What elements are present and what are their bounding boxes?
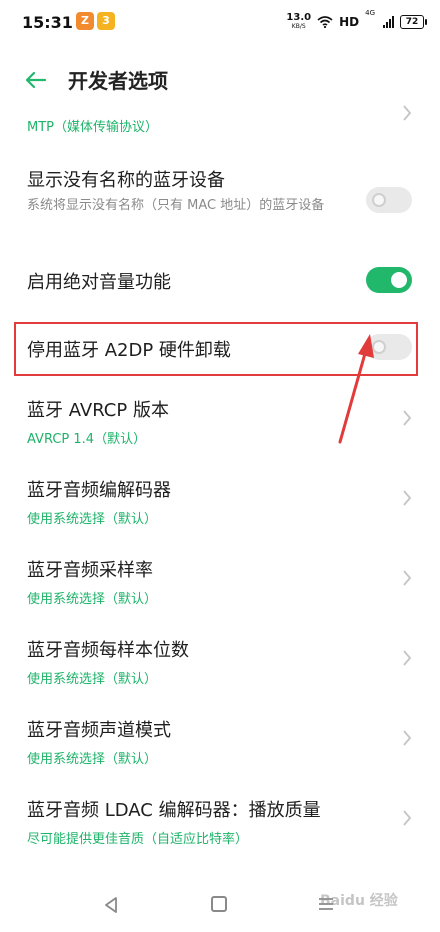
list-item-subtitle: AVRCP 1.4（默认） xyxy=(27,432,147,447)
list-item-show-unnamed-bluetooth[interactable]: 显示没有名称的蓝牙设备 系统将显示没有名称（只有 MAC 地址）的蓝牙设备 xyxy=(0,160,440,240)
list-item-title: 蓝牙 AVRCP 版本 xyxy=(27,400,169,421)
list-item-title: 蓝牙音频声道模式 xyxy=(27,720,171,741)
chevron-right-icon xyxy=(403,810,412,826)
chevron-right-icon xyxy=(403,570,412,586)
list-item-title: 蓝牙音频每样本位数 xyxy=(27,640,189,661)
list-item-subtitle: 使用系统选择（默认） xyxy=(27,672,158,687)
annotation-arrow-icon xyxy=(338,334,374,444)
list-item-subtitle: 尽可能提供更佳音质（自适应比特率） xyxy=(27,832,249,847)
list-item-usb-config[interactable]: MTP（媒体传输协议） xyxy=(0,105,440,146)
chevron-right-icon xyxy=(403,650,412,666)
list-item-title: 蓝牙音频 LDAC 编解码器：播放质量 xyxy=(27,800,321,821)
list-item-subtitle: MTP（媒体传输协议） xyxy=(27,120,158,135)
status-bar: 15:31 Z 3 13.0 KB/S HD 4G 72 xyxy=(0,0,440,46)
back-arrow-icon[interactable] xyxy=(24,68,48,92)
chevron-right-icon xyxy=(403,490,412,506)
app-notification-icon-2: 3 xyxy=(97,12,115,30)
chevron-right-icon xyxy=(403,410,412,426)
nav-home-icon[interactable] xyxy=(211,896,227,912)
list-item-absolute-volume[interactable]: 启用绝对音量功能 xyxy=(0,258,440,304)
list-item-title: 蓝牙音频编解码器 xyxy=(27,480,171,501)
list-item-title: 启用绝对音量功能 xyxy=(27,272,171,293)
app-notification-icon: Z xyxy=(76,12,94,30)
network-speed: 13.0 KB/S xyxy=(286,12,312,31)
list-item-bits-per-sample[interactable]: 蓝牙音频每样本位数 使用系统选择（默认） xyxy=(0,634,440,690)
list-item-subtitle: 使用系统选择（默认） xyxy=(27,752,158,767)
watermark: Baidu 经验 xyxy=(320,893,398,909)
list-item-subtitle: 系统将显示没有名称（只有 MAC 地址）的蓝牙设备 xyxy=(27,198,325,213)
list-item-audio-codec[interactable]: 蓝牙音频编解码器 使用系统选择（默认） xyxy=(0,474,440,530)
list-item-sample-rate[interactable]: 蓝牙音频采样率 使用系统选择（默认） xyxy=(0,554,440,610)
list-item-subtitle: 使用系统选择（默认） xyxy=(27,592,158,607)
signal-icon xyxy=(383,16,394,28)
list-item-title: 蓝牙音频采样率 xyxy=(27,560,153,581)
toggle-show-unnamed-bluetooth[interactable] xyxy=(366,187,412,213)
signal-label: 4G xyxy=(365,9,375,17)
list-item-subtitle: 使用系统选择（默认） xyxy=(27,512,158,527)
page-title: 开发者选项 xyxy=(68,69,168,93)
list-item-channel-mode[interactable]: 蓝牙音频声道模式 使用系统选择（默认） xyxy=(0,714,440,770)
nav-back-icon[interactable] xyxy=(103,896,119,914)
status-indicators: 13.0 KB/S HD 4G 72 xyxy=(286,9,427,34)
toggle-absolute-volume[interactable] xyxy=(366,267,412,293)
list-item-title: 显示没有名称的蓝牙设备 xyxy=(27,170,225,191)
battery-icon: 72 xyxy=(400,15,427,29)
list-item-ldac-quality[interactable]: 蓝牙音频 LDAC 编解码器：播放质量 尽可能提供更佳音质（自适应比特率） xyxy=(0,794,440,850)
wifi-icon xyxy=(317,16,333,28)
chevron-right-icon xyxy=(403,730,412,746)
hd-indicator: HD xyxy=(339,15,360,29)
app-header: 开发者选项 xyxy=(0,50,440,110)
chevron-right-icon xyxy=(403,105,412,121)
status-time: 15:31 xyxy=(22,13,73,32)
